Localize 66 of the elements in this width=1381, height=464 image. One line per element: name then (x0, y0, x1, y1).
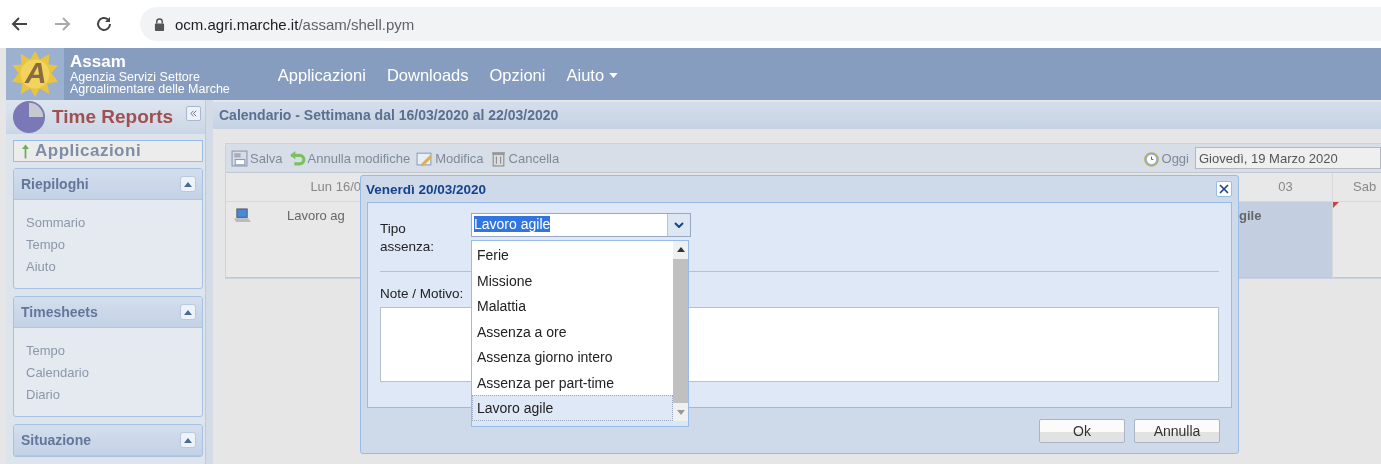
absence-type-combo[interactable]: Lavoro agile (471, 213, 691, 237)
calendar-cell[interactable] (1333, 202, 1381, 278)
menu-item[interactable]: Downloads (386, 65, 469, 85)
ok-button[interactable]: Ok (1039, 419, 1125, 443)
triangle-up-icon (184, 181, 192, 187)
sidebar-link[interactable]: Tempo (26, 234, 66, 256)
close-button[interactable] (1216, 181, 1232, 197)
sidebar-link[interactable]: Sommario (26, 212, 86, 234)
panel-title: Situazione (21, 432, 91, 448)
scroll-up-icon[interactable] (676, 247, 685, 252)
edit-button[interactable]: Modifica (416, 149, 484, 167)
menu-item[interactable]: Opzioni (489, 65, 546, 85)
dropdown-option[interactable]: Assenza per part-time (472, 369, 673, 395)
collapse-button[interactable] (180, 432, 196, 448)
save-button[interactable]: Salva (231, 149, 283, 167)
dropdown-option[interactable]: Assenza giorno intero (472, 344, 673, 370)
triangle-up-icon (184, 437, 192, 443)
caret-icon (609, 72, 619, 78)
laptop-icon (234, 208, 251, 223)
today-label: Oggi (1161, 150, 1189, 166)
close-icon (1219, 184, 1229, 194)
dropdown-option[interactable]: Malattia (472, 293, 673, 319)
triangle-up-icon (184, 309, 192, 315)
app-subtitle: Agroalimentare delle Marche (70, 83, 230, 95)
scrollbar[interactable] (673, 241, 688, 421)
collapse-button[interactable] (180, 304, 196, 320)
pie-chart-icon (12, 100, 46, 134)
undo-button[interactable]: Annulla modifiche (288, 149, 411, 167)
up-arrow-icon (22, 143, 29, 159)
dropdown-option[interactable]: Ferie (472, 242, 673, 268)
collapse-button[interactable] (180, 176, 196, 192)
sidebar-link[interactable]: Calendario (26, 362, 89, 384)
lock-icon (154, 17, 165, 31)
app-subtitle: Agenzia Servizi Settore (70, 71, 201, 83)
trash-icon (489, 149, 507, 167)
panel-title: Calendario - Settimana dal 16/03/2020 al 22/03/2020 (213, 102, 1381, 129)
sidebar-title: Time Reports (52, 106, 174, 128)
date-field[interactable]: Giovedì, 19 Marzo 2020 (1195, 147, 1381, 169)
undo-arrow-icon (288, 149, 306, 167)
sidebar-link[interactable]: Tempo (26, 340, 66, 362)
field-label: Tipo assenza: (380, 220, 436, 256)
alarm-clock-icon (1142, 149, 1160, 167)
url-text: ocm.agri.marche.it/assam/shell.pym (175, 15, 415, 33)
panel-title: Riepiloghi (21, 176, 89, 192)
applications-button[interactable]: Applicazioni (13, 140, 203, 162)
menu-item[interactable]: Applicazioni (277, 65, 366, 85)
dropdown-option[interactable]: Lavoro agile (472, 395, 673, 421)
menu-item[interactable]: Aiuto (566, 65, 619, 85)
logo-letter: A (25, 56, 47, 90)
double-chevron-icon (189, 109, 198, 118)
dropdown-option[interactable]: Assenza a ore (472, 318, 673, 344)
sidebar-link[interactable]: Diario (26, 384, 60, 406)
dialog-title: Venerdì 20/03/2020 (366, 181, 487, 197)
sun-icon (11, 50, 59, 98)
address-bar[interactable]: ocm.agri.marche.it/assam/shell.pym (140, 7, 1381, 41)
calendar-cell[interactable]: gile (1239, 202, 1332, 278)
field-label: Note / Motivo: (380, 286, 464, 301)
delete-button[interactable]: Cancella (489, 149, 560, 167)
panel-title: Timesheets (21, 304, 98, 320)
dropdown-option[interactable]: Missione (472, 267, 673, 293)
chevron-down-icon (674, 222, 684, 228)
collapse-button[interactable] (186, 106, 201, 121)
sidebar-link[interactable]: Aiuto (26, 256, 56, 278)
cancel-button[interactable]: Annulla (1134, 419, 1220, 443)
app-title: Assam (70, 53, 127, 71)
reload-icon[interactable] (94, 14, 114, 34)
